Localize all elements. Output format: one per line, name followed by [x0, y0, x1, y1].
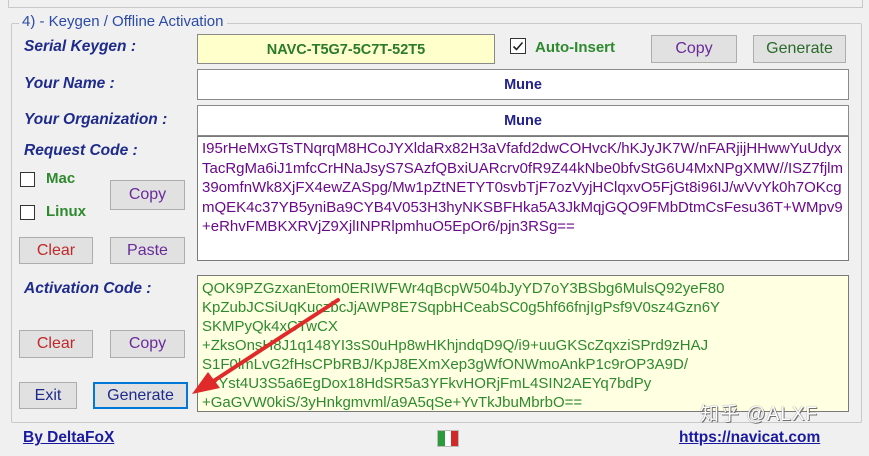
request-paste-button[interactable]: Paste — [110, 237, 185, 264]
your-name-field[interactable]: Mune — [197, 69, 849, 100]
request-code-label: Request Code : — [24, 142, 138, 159]
activation-line: +ZksOnsH8J1q148YI3sS0uHp8wHKhjndqD9Q/i9+… — [202, 337, 709, 354]
serial-keygen-label: Serial Keygen : — [24, 38, 136, 55]
activation-line: +xYst4U3S5a6EgDox18HdSR5a3YFkvHORjFmL4SI… — [202, 375, 652, 392]
deltafox-link[interactable]: By DeltaFoX — [23, 429, 114, 447]
italy-flag-icon — [437, 430, 459, 447]
serial-generate-button[interactable]: Generate — [753, 35, 846, 63]
auto-insert-label: Auto-Insert — [535, 39, 615, 56]
serial-copy-button[interactable]: Copy — [651, 35, 737, 63]
navicat-link[interactable]: https://navicat.com — [679, 429, 820, 447]
previous-section-edge — [8, 0, 863, 8]
your-organization-label: Your Organization : — [24, 111, 168, 128]
your-organization-field[interactable]: Mune — [197, 105, 849, 136]
activation-line: KpZubJCSiUqKuczbcJjAWP8E7SqpbHCeabSC0g5h… — [202, 299, 721, 316]
group-title: 4) - Keygen / Offline Activation — [19, 13, 227, 30]
request-code-textarea[interactable]: I95rHeMxGTsTNqrqM8HCoJYXldaRx82H3aVfafd2… — [197, 136, 849, 261]
exit-button[interactable]: Exit — [19, 382, 77, 409]
request-copy-button[interactable]: Copy — [110, 180, 185, 210]
activation-code-textarea[interactable]: QOK9PZGzxanEtom0ERIWFWr4qBcpW504bJyYD7oY… — [197, 275, 849, 412]
serial-field[interactable]: NAVC-T5G7-5C7T-52T5 — [197, 34, 495, 64]
linux-label: Linux — [46, 203, 86, 220]
request-clear-button[interactable]: Clear — [19, 237, 93, 264]
activation-line: S1F0lmLvG2fHsCPbRBJ/KpJ8EXmXep3gWfONWmoA… — [202, 356, 688, 373]
activation-line: SKMPyQk4xCTwCX — [202, 318, 338, 335]
activation-clear-button[interactable]: Clear — [19, 330, 93, 358]
auto-insert-checkbox[interactable] — [510, 38, 526, 54]
generate-activation-button[interactable]: Generate — [93, 382, 188, 409]
your-name-label: Your Name : — [24, 75, 115, 92]
linux-checkbox[interactable] — [20, 205, 35, 220]
checkmark-icon — [512, 41, 524, 51]
mac-checkbox[interactable] — [20, 172, 35, 187]
watermark-text: 知乎 @ALXF — [700, 404, 819, 425]
mac-label: Mac — [46, 170, 76, 187]
activation-line: QOK9PZGzxanEtom0ERIWFWr4qBcpW504bJyYD7oY… — [202, 280, 725, 297]
activation-copy-button[interactable]: Copy — [110, 330, 185, 358]
activation-code-label: Activation Code : — [24, 280, 152, 297]
